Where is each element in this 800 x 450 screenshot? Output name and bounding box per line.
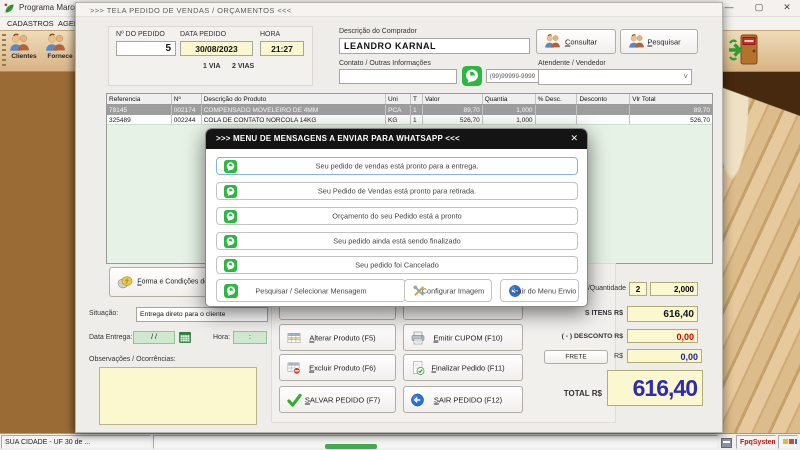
vendor-label: Atendente / Vendedor	[538, 60, 606, 67]
toolbar-grip	[2, 34, 6, 68]
grand-total-field: 616,40	[607, 370, 703, 406]
via1-option[interactable]: 1 VIA	[203, 63, 221, 70]
table-row[interactable]: 325489 002244 COLA DE CONTATO NORCOLA 14…	[107, 115, 712, 125]
order-time-field[interactable]: 21:27	[260, 41, 304, 56]
calendar-icon[interactable]	[178, 330, 192, 344]
buyer-label: Descrição do Comprador	[339, 28, 417, 35]
delivery-time-field[interactable]: :	[233, 331, 267, 344]
exit-button[interactable]	[726, 31, 764, 69]
printer-status-icon	[721, 438, 732, 448]
finalizar-pedido-button[interactable]: Finalizar Pedido (F11)	[403, 354, 523, 381]
pesquisar-mensagem-button[interactable]: Pesquisar / Selecionar Mensagem	[216, 279, 406, 302]
situacao-label: Situação:	[89, 310, 119, 317]
message-option-retirada[interactable]: Seu Pedido de Vendas está pronto para re…	[216, 182, 578, 200]
alterar-produto-button[interactable]: Alterar Produto (F5)	[279, 324, 396, 351]
message-option-cancelado[interactable]: Seu pedido foi Cancelado	[216, 256, 578, 274]
observations-label: Observações / Ocorrências:	[89, 356, 176, 363]
table-header: Referencia Nº Descrição do Produto Uni T…	[107, 94, 712, 105]
excluir-produto-button[interactable]: Excluir Produto (F6)	[279, 354, 396, 381]
suppliers-people-icon	[43, 32, 68, 55]
order-window-title: >>> TELA PEDIDO DE VENDAS / ORÇAMENTOS <…	[76, 3, 722, 17]
consultar-button[interactable]: Consultar	[536, 29, 616, 54]
app-logo-icon	[3, 2, 16, 15]
order-date-label: DATA PEDIDO	[180, 31, 227, 38]
maximize-button[interactable]: ▢	[748, 2, 770, 13]
delivery-date-label: Data Entrega:	[89, 334, 133, 341]
emitir-cupom-button[interactable]: Emitir CUPOM (F10)	[403, 324, 523, 351]
via2-option[interactable]: 2 VIAS	[232, 63, 254, 70]
salvar-pedido-button[interactable]: SALVAR PEDIDO (F7)	[279, 386, 396, 413]
items-count-field: 2	[629, 282, 647, 296]
whatsapp-menu-dialog: >>> MENU DE MENSAGENS A ENVIAR PARA WHAT…	[205, 128, 588, 307]
vendor-combobox[interactable]: ˅	[538, 69, 692, 85]
frete-field[interactable]: 0,00	[627, 349, 702, 363]
whatsapp-icon	[461, 66, 483, 86]
grand-total-label: TOTAL R$	[563, 389, 602, 398]
sair-menu-envio-button[interactable]: Sair do Menu Envio	[500, 279, 579, 302]
items-total-label: S ITENS R$	[584, 310, 623, 317]
table-row[interactable]: 78145 002174 COMPENSADO MOVELEIRO DE 4MM…	[107, 105, 712, 115]
order-number-label: Nº DO PEDIDO	[116, 31, 165, 38]
order-date-field[interactable]: 30/08/2023	[180, 41, 253, 56]
delivery-date-field[interactable]: / /	[133, 331, 175, 344]
contact-label: Contato / Outras Informações	[339, 60, 431, 67]
phone-field[interactable]: (99)99999-9999	[486, 69, 539, 83]
close-button[interactable]: ✕	[776, 2, 798, 13]
observations-textarea[interactable]	[99, 367, 257, 425]
chevron-down-icon: ˅	[683, 72, 688, 81]
wallpaper-wood-shavings	[0, 60, 80, 450]
configurar-imagem-button[interactable]: Configurar Imagem	[404, 279, 492, 302]
buyer-field[interactable]: LEANDRO KARNAL	[339, 38, 530, 54]
statusbar-location: SUA CIDADE - UF 30 de ...	[1, 435, 151, 449]
statusbar-logo	[778, 435, 798, 449]
message-option-orcamento[interactable]: Orçamento do seu Pedido está a pronto	[216, 207, 578, 225]
message-option-entrega[interactable]: Seu pedido de vendas está pronto para a …	[216, 157, 578, 175]
frete-button[interactable]: FRETE	[544, 350, 608, 364]
delivery-time-label: Hora:	[213, 334, 231, 341]
toolbar-fornecedores-button[interactable]: Fornece	[43, 32, 77, 70]
statusbar-brand: FpqSystem	[736, 435, 776, 449]
items-total-field: 616,40	[627, 306, 698, 322]
exit-door-icon	[726, 31, 762, 67]
discount-label: ( - ) DESCONTO R$	[561, 333, 623, 340]
pesquisar-button[interactable]: Pesquisar	[620, 29, 698, 54]
frete-currency-label: R$	[614, 353, 623, 360]
statusbar-middle	[153, 435, 718, 449]
screen: Programa Marcenar — ▢ ✕ CADASTROS AGEND …	[0, 0, 800, 450]
order-time-label: HORA	[260, 31, 281, 38]
toolbar-clientes-button[interactable]: Clientes	[7, 32, 41, 70]
sair-pedido-button[interactable]: SAIR PEDIDO (F12)	[403, 386, 523, 413]
statusbar: SUA CIDADE - UF 30 de ... FpqSystem	[0, 433, 800, 450]
dialog-close-icon[interactable]: ✕	[570, 133, 578, 144]
quantity-total-field: 2,000	[650, 282, 698, 296]
clients-people-icon	[7, 32, 32, 55]
discount-field[interactable]: 0,00	[627, 329, 698, 343]
menu-cadastros[interactable]: CADASTROS	[7, 19, 54, 28]
contact-field[interactable]	[339, 69, 457, 84]
situacao-combobox[interactable]: Entrega direto para o cliente	[136, 307, 268, 322]
statusbar-progress	[325, 444, 377, 449]
order-number-field[interactable]: 5	[116, 41, 176, 56]
dialog-title: >>> MENU DE MENSAGENS A ENVIAR PARA WHAT…	[206, 129, 587, 149]
wallpaper-wood-planks	[722, 60, 800, 450]
message-option-finalizado[interactable]: Seu pedido ainda está sendo finalizado	[216, 232, 578, 250]
whatsapp-send-button[interactable]	[461, 66, 483, 86]
